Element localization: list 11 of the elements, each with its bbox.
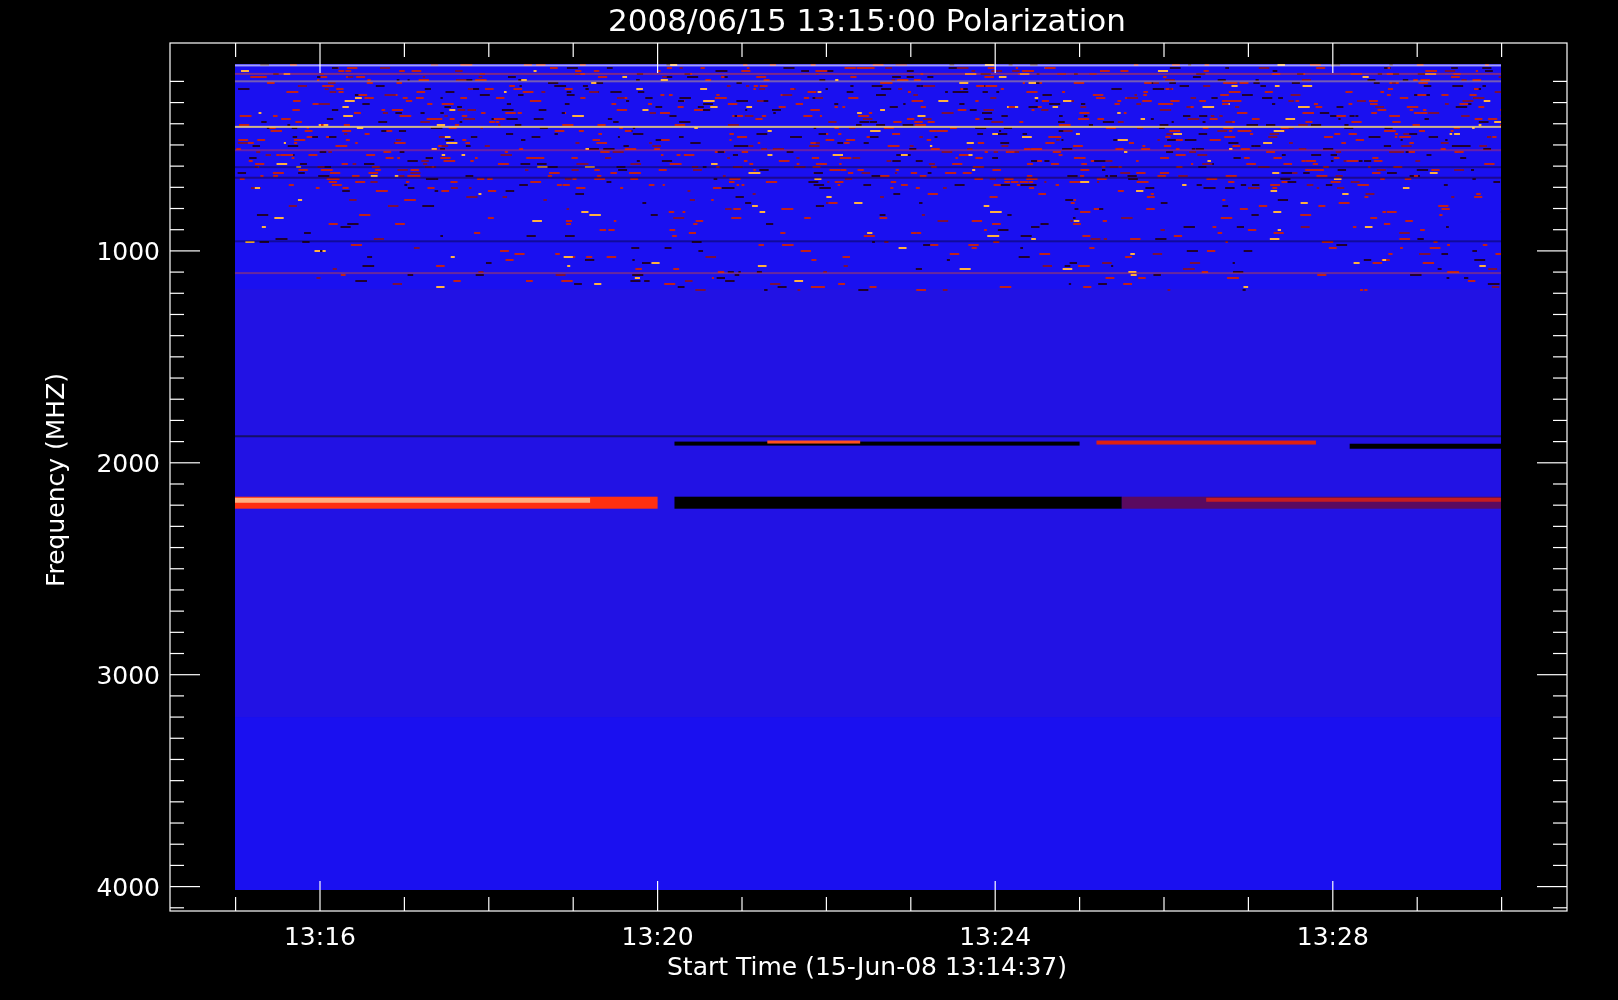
tick-label: 1000 (96, 236, 160, 266)
axis-label: Frequency (MHZ) (41, 372, 70, 588)
tick-label: 13:16 (284, 922, 356, 951)
tick-label: 13:24 (959, 922, 1032, 951)
tick-label: 3000 (96, 660, 160, 690)
plot-title: 2008/06/15 13:15:00 Polarization (608, 2, 1126, 38)
tick-label: 2000 (96, 448, 160, 478)
axis-label: Start Time (15-Jun-08 13:14:37) (667, 952, 1067, 981)
tick-label: 13:28 (1296, 922, 1369, 951)
tick-label: 13:20 (621, 922, 694, 951)
tick-label: 4000 (96, 872, 160, 902)
